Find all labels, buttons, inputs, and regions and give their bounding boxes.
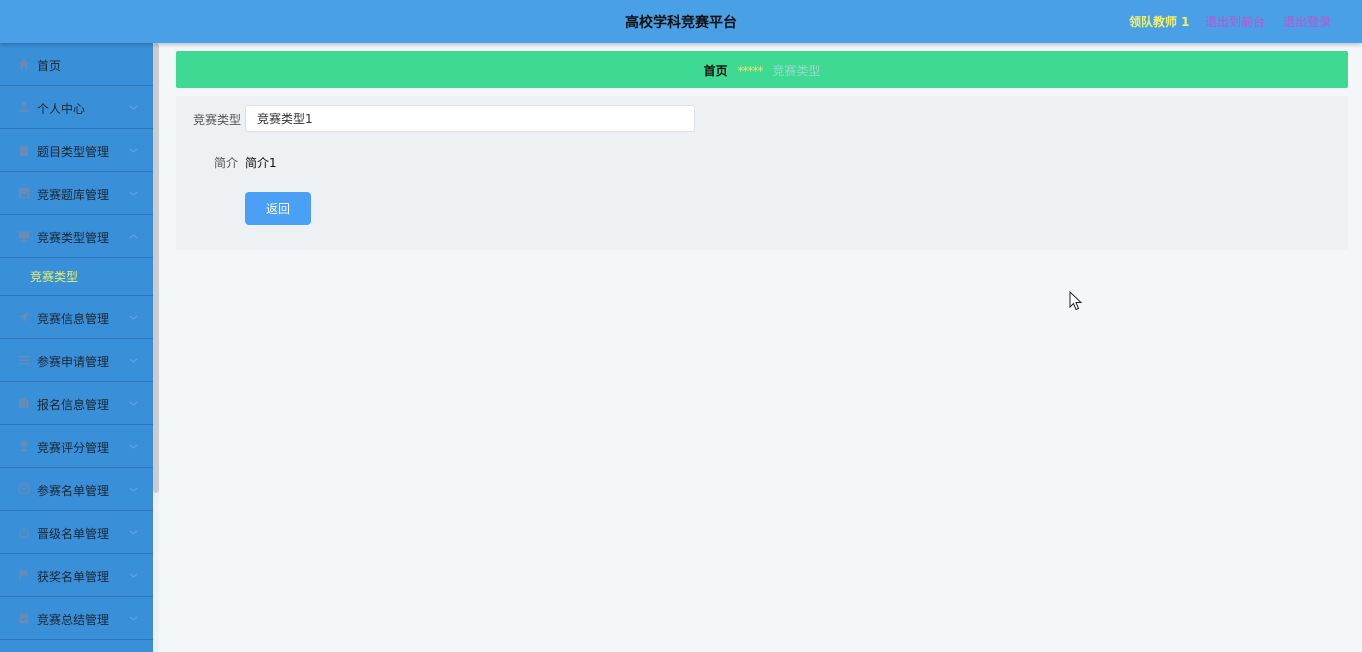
sidebar-item-label: 晋级名单管理	[37, 527, 110, 541]
clipboard-icon	[20, 144, 28, 156]
sidebar-subitem-competition-type[interactable]: 竞赛类型	[0, 258, 153, 296]
send-icon	[19, 312, 29, 322]
chevron-down-icon	[129, 487, 138, 492]
sidebar-subitem-label: 竞赛类型	[30, 270, 79, 284]
sidebar-item-label: 首页	[37, 59, 62, 73]
sidebar-item-personal-center[interactable]: 个人中心	[0, 86, 153, 129]
user-icon	[19, 102, 29, 112]
sidebar-menu: 首页 个人中心 题目类型管理 竞赛题库管理 竞赛类型管理 竞赛类型 竞赛信息管理…	[0, 43, 153, 652]
intro-value: 简介1	[245, 156, 277, 170]
sidebar-item-label: 参赛名单管理	[37, 484, 110, 498]
sidebar-item-question-type[interactable]: 题目类型管理	[0, 129, 153, 172]
competition-type-label: 竞赛类型	[193, 113, 242, 127]
chevron-down-icon	[129, 530, 138, 535]
sidebar-item-competition-type[interactable]: 竞赛类型管理	[0, 215, 153, 258]
current-user-label: 领队教师 1	[1129, 15, 1190, 29]
mouse-cursor-icon	[1069, 291, 1083, 311]
sidebar-item-label: 竞赛信息管理	[37, 312, 110, 326]
top-header: 高校学科竞赛平台 领队教师 1 退出到前台 退出登录	[0, 0, 1362, 43]
sidebar-item-home[interactable]: 首页	[0, 43, 153, 86]
chevron-up-icon	[129, 234, 138, 239]
sidebar-item-label: 获奖名单管理	[37, 570, 110, 584]
sidebar-item-label: 竞赛题库管理	[37, 188, 110, 202]
competition-type-input[interactable]	[245, 105, 695, 132]
sidebar-item-label: 报名信息管理	[37, 398, 110, 412]
sidebar-item-participant-list[interactable]: 参赛名单管理	[0, 468, 153, 511]
sidebar-item-label: 竞赛评分管理	[37, 441, 110, 455]
intro-label: 简介	[214, 156, 239, 170]
sidebar-item-award-list[interactable]: 获奖名单管理	[0, 554, 153, 597]
chevron-down-icon	[129, 358, 138, 363]
sidebar-item-label: 个人中心	[37, 102, 86, 116]
monitor-icon	[19, 231, 29, 242]
sidebar-item-label: 题目类型管理	[37, 145, 110, 159]
detail-form: 竞赛类型 简介 简介1 返回	[176, 96, 1348, 250]
chevron-down-icon	[129, 444, 138, 449]
sidebar-item-application[interactable]: 参赛申请管理	[0, 339, 153, 382]
sidebar-item-label: 竞赛类型管理	[37, 231, 110, 245]
chevron-down-icon	[129, 573, 138, 578]
breadcrumb-current: 竞赛类型	[772, 64, 821, 78]
sidebar-item-label: 竞赛总结管理	[37, 613, 110, 627]
flag-icon	[19, 570, 29, 581]
sidebar-item-question-bank[interactable]: 竞赛题库管理	[0, 172, 153, 215]
sidebar-item-registration[interactable]: 报名信息管理	[0, 382, 153, 425]
sidebar-item-summary[interactable]: 竞赛总结管理	[0, 597, 153, 640]
checklist-icon	[20, 613, 28, 624]
books-icon	[19, 398, 29, 408]
picture-icon	[19, 188, 29, 198]
chevron-down-icon	[129, 616, 138, 621]
power-icon	[18, 526, 30, 538]
exit-to-front-link[interactable]: 退出到前台	[1205, 13, 1265, 30]
trophy-icon	[21, 441, 27, 451]
chevron-down-icon	[129, 105, 138, 110]
chevron-down-icon	[129, 315, 138, 320]
sidebar-item-label: 参赛申请管理	[37, 355, 110, 369]
target-icon	[18, 483, 30, 495]
logout-link[interactable]: 退出登录	[1283, 13, 1331, 30]
list-icon	[19, 356, 29, 365]
sidebar-scrollbar[interactable]	[153, 43, 159, 493]
breadcrumb-separator: *****	[737, 64, 764, 78]
sidebar-item-competition-info[interactable]: 竞赛信息管理	[0, 296, 153, 339]
chevron-down-icon	[129, 148, 138, 153]
breadcrumb-home[interactable]: 首页	[704, 64, 728, 78]
back-button[interactable]: 返回	[245, 192, 311, 225]
sidebar-item-scoring[interactable]: 竞赛评分管理	[0, 425, 153, 468]
breadcrumb: 首页 ***** 竞赛类型	[176, 51, 1348, 88]
home-icon	[19, 59, 29, 69]
chevron-down-icon	[129, 191, 138, 196]
sidebar-item-promotion-list[interactable]: 晋级名单管理	[0, 511, 153, 554]
chevron-down-icon	[129, 401, 138, 406]
